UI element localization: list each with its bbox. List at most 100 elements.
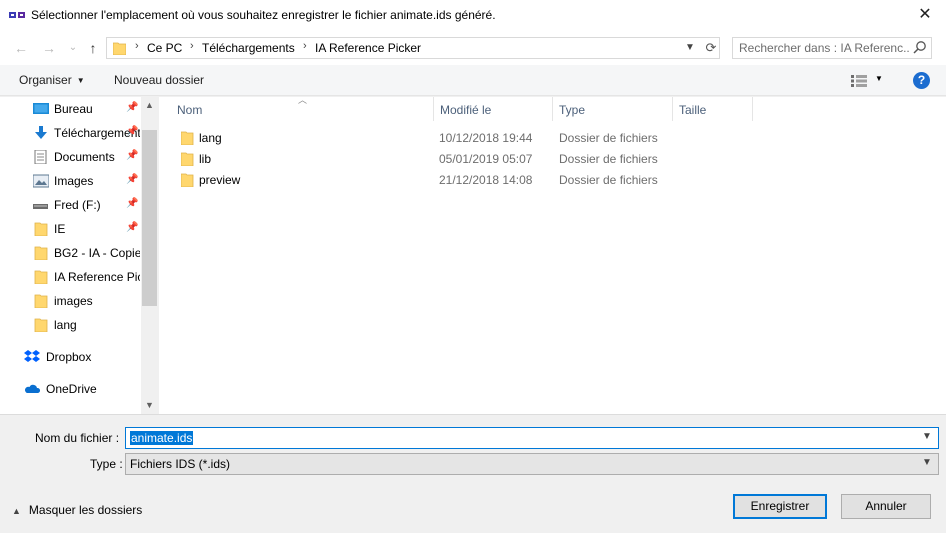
breadcrumb-separator: › [303, 40, 307, 52]
sort-ascending-icon: ︿ [298, 95, 308, 105]
file-type: Dossier de fichiers [559, 131, 658, 145]
nav-item-images-folder[interactable]: images [0, 289, 141, 313]
address-row: ← → ⌄ ↑ › Ce PC › Téléchargements › IA R… [0, 31, 946, 65]
column-header-label: Type [559, 103, 586, 117]
folder-icon [34, 270, 48, 284]
file-row[interactable]: lang 10/12/2018 19:44 Dossier de fichier… [159, 128, 946, 149]
filename-field[interactable]: animate.ids ▼ [125, 427, 939, 449]
file-modified: 10/12/2018 19:44 [439, 131, 533, 145]
pin-icon: 📌 [126, 150, 139, 161]
pin-icon: 📌 [126, 102, 139, 113]
title-bar: Sélectionner l'emplacement où vous souha… [0, 0, 946, 31]
file-type: Dossier de fichiers [559, 152, 658, 166]
file-modified: 21/12/2018 14:08 [439, 173, 533, 187]
nav-item-bureau[interactable]: Bureau 📌 [0, 97, 141, 121]
folder-icon [181, 131, 194, 145]
pictures-icon [33, 174, 49, 188]
save-form: Nom du fichier : animate.ids ▼ Type : Fi… [0, 414, 946, 533]
column-header-size[interactable]: Taille [673, 97, 753, 121]
nav-item-onedrive[interactable]: OneDrive [0, 377, 141, 401]
column-header-type[interactable]: Type [553, 97, 673, 121]
download-icon [35, 126, 47, 139]
breadcrumb-item-ce-pc[interactable]: Ce PC [147, 41, 182, 55]
filetype-select[interactable]: Fichiers IDS (*.ids) ▼ [125, 453, 939, 475]
recent-locations-button[interactable]: ⌄ [66, 40, 80, 56]
pin-icon: 📌 [126, 126, 139, 137]
nav-item-label: Dropbox [46, 350, 92, 364]
nav-scrollbar[interactable]: ▲ ▼ [141, 97, 158, 414]
drive-icon [33, 204, 48, 209]
hide-folders-button[interactable]: ▲ Masquer les dossiers [12, 503, 142, 517]
address-bar[interactable]: › Ce PC › Téléchargements › IA Reference… [106, 37, 720, 59]
chevron-down-icon[interactable]: ▼ [922, 431, 932, 442]
folder-icon [34, 246, 48, 260]
nav-item-documents[interactable]: Documents 📌 [0, 145, 141, 169]
organize-button[interactable]: Organiser ▼ [19, 73, 85, 87]
nav-item-label: images [54, 294, 93, 308]
folder-icon [113, 42, 126, 55]
organize-label: Organiser [19, 73, 72, 87]
folder-icon [181, 173, 194, 187]
desktop-icon [33, 103, 49, 114]
filetype-value: Fichiers IDS (*.ids) [130, 457, 231, 471]
view-options-icon[interactable] [851, 75, 867, 87]
back-button[interactable]: ← [14, 40, 28, 56]
folder-icon [34, 318, 48, 332]
nav-item-telechargements[interactable]: Téléchargements 📌 [0, 121, 141, 145]
close-button[interactable]: ✕ [912, 4, 938, 26]
new-folder-button[interactable]: Nouveau dossier [114, 73, 204, 87]
scroll-down-icon[interactable]: ▼ [141, 400, 158, 412]
file-row[interactable]: lib 05/01/2019 05:07 Dossier de fichiers [159, 149, 946, 170]
forward-button[interactable]: → [42, 40, 56, 56]
dropbox-icon [24, 350, 40, 362]
breadcrumb-separator: › [135, 40, 139, 52]
nav-item-label: BG2 - IA - Copie [54, 246, 140, 260]
nav-item-images[interactable]: Images 📌 [0, 169, 141, 193]
help-button[interactable]: ? [913, 72, 930, 89]
scrollbar-thumb[interactable] [142, 130, 157, 306]
folder-icon [34, 294, 48, 308]
nav-item-dropbox[interactable]: Dropbox [0, 345, 141, 369]
chevron-down-icon[interactable]: ▼ [922, 457, 932, 468]
column-header-label: Taille [679, 103, 707, 117]
nav-item-fred-drive[interactable]: Fred (F:) 📌 [0, 193, 141, 217]
folder-icon [181, 152, 194, 166]
pin-icon: 📌 [126, 222, 139, 233]
column-header-modified[interactable]: Modifié le [434, 97, 553, 121]
chevron-up-icon: ▲ [12, 506, 21, 516]
cancel-button[interactable]: Annuler [841, 494, 931, 519]
file-name: lib [199, 152, 212, 166]
scroll-up-icon[interactable]: ▲ [141, 100, 158, 112]
nav-item-ie[interactable]: IE 📌 [0, 217, 141, 241]
file-modified: 05/01/2019 05:07 [439, 152, 533, 166]
chevron-down-icon: ▼ [76, 76, 85, 85]
pin-icon: 📌 [126, 198, 139, 209]
file-row[interactable]: preview 21/12/2018 14:08 Dossier de fich… [159, 170, 946, 191]
documents-icon [34, 150, 47, 164]
app-icon [9, 12, 25, 18]
toolbar: Organiser ▼ Nouveau dossier ▼ ? [0, 65, 946, 96]
view-dropdown-icon[interactable]: ▼ [875, 74, 883, 83]
pin-icon: 📌 [126, 174, 139, 185]
search-box[interactable] [732, 37, 932, 59]
search-input[interactable] [739, 40, 909, 56]
nav-item-bg2-ia-copie[interactable]: BG2 - IA - Copie [0, 241, 141, 265]
folder-icon [34, 222, 48, 236]
breadcrumb-item-ia-reference-picker[interactable]: IA Reference Picker [315, 41, 421, 55]
refresh-icon[interactable]: ⟳ [703, 39, 719, 57]
nav-item-ia-reference-picker[interactable]: IA Reference Picker [0, 265, 141, 289]
up-button[interactable]: ↑ [86, 40, 100, 56]
filename-label: Nom du fichier : [35, 431, 120, 445]
filetype-label: Type : [90, 457, 123, 471]
hide-folders-label: Masquer les dossiers [28, 503, 143, 517]
nav-item-label: IA Reference Picker [54, 270, 140, 284]
search-icon [913, 41, 926, 54]
onedrive-icon [25, 384, 40, 393]
nav-item-label: OneDrive [46, 382, 97, 396]
nav-item-lang[interactable]: lang [0, 313, 141, 337]
nav-item-label: lang [54, 318, 77, 332]
address-dropdown-icon[interactable]: ▼ [683, 40, 697, 56]
breadcrumb-item-telechargements[interactable]: Téléchargements [202, 41, 295, 55]
save-button[interactable]: Enregistrer [733, 494, 827, 519]
filename-value: animate.ids [130, 431, 194, 445]
